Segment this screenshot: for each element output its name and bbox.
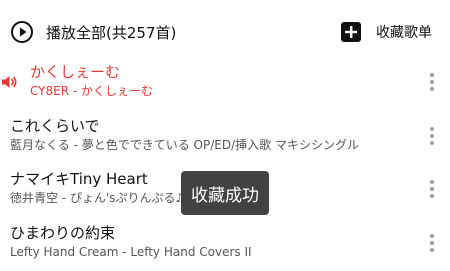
- playlist-header: 播放全部(共257首) 收藏歌单: [0, 0, 450, 62]
- speaker-icon: [2, 76, 17, 88]
- play-circle-icon: [11, 21, 33, 43]
- song-row[interactable]: ひまわりの約束 Lefty Hand Cream - Lefty Hand Co…: [0, 219, 450, 271]
- song-row[interactable]: これくらいで 藍月なくる - 夢と色でできている OP/ED/挿入歌 マキシシン…: [0, 112, 450, 164]
- playlist-screen: 播放全部(共257首) 收藏歌单 かくしぇーむ CY8ER - かくしぇーむ こ…: [0, 0, 450, 271]
- song-subtitle: CY8ER - かくしぇーむ: [30, 84, 154, 98]
- collect-playlist-button[interactable]: 收藏歌单: [341, 21, 432, 43]
- more-options-icon[interactable]: [424, 126, 440, 146]
- song-title: かくしぇーむ: [30, 63, 121, 81]
- song-title: これくらいで: [10, 117, 100, 135]
- song-subtitle: 徳井青空 - ぴょん'sぷりんぷる♪: [10, 191, 184, 205]
- more-options-icon[interactable]: [424, 72, 440, 92]
- plus-square-icon: [341, 22, 361, 42]
- toast-message: 收藏成功: [181, 171, 269, 215]
- play-all-button[interactable]: 播放全部(共257首): [10, 20, 176, 44]
- song-title: ナマイキTiny Heart: [10, 170, 148, 188]
- more-options-icon[interactable]: [424, 233, 440, 253]
- song-list: かくしぇーむ CY8ER - かくしぇーむ これくらいで 藍月なくる - 夢と色…: [0, 58, 450, 271]
- song-subtitle: Lefty Hand Cream - Lefty Hand Covers II: [10, 245, 252, 259]
- more-options-icon[interactable]: [424, 179, 440, 199]
- song-row-playing[interactable]: かくしぇーむ CY8ER - かくしぇーむ: [0, 58, 450, 110]
- song-subtitle: 藍月なくる - 夢と色でできている OP/ED/挿入歌 マキシシングル: [10, 138, 359, 152]
- song-title: ひまわりの約束: [10, 224, 116, 242]
- play-all-label: 播放全部(共257首): [46, 23, 177, 42]
- collect-playlist-label: 收藏歌单: [376, 25, 432, 41]
